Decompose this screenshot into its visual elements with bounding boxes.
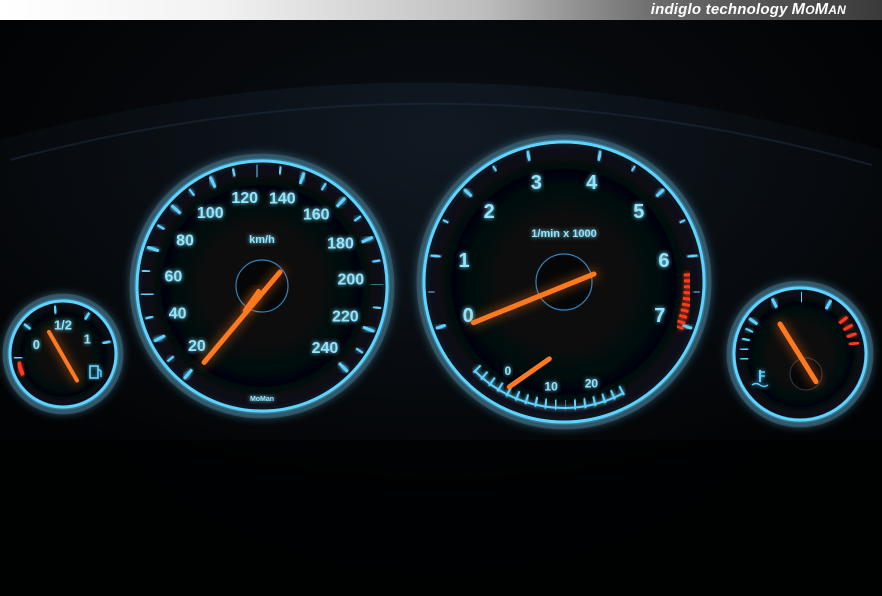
fuel-tick-tick [53,305,58,314]
temp-cold-tick-tick [740,347,749,351]
header-banner: indiglo technology MOMAN [0,0,882,20]
speedometer-major-tick [255,165,259,178]
speedometer: 2040 60 80100 120 140 160 180 200 220 240 km/h MoMa… [129,153,395,419]
maker-logo: MoMan [250,396,274,403]
speed-label: 200 [337,271,364,288]
speed-label: 40 [169,306,187,323]
speed-label: 100 [197,205,224,222]
brand-logo: MOMAN [791,1,846,18]
speed-label: 120 [231,190,258,207]
temp-cold-tick-tick [740,357,749,361]
economy-label: 10 [544,379,558,393]
tach-label: 4 [586,172,598,194]
temp-hot-tick [848,341,860,346]
economy-tick-tick [554,399,557,410]
tach-label: 3 [531,172,542,194]
speed-label: 220 [332,309,359,326]
tagline: indiglo technology [650,1,788,18]
economy-label: 0 [504,364,511,378]
fuel-gauge: 0 1/2 1 [2,293,124,415]
tach-label: 7 [654,305,665,327]
speed-label: 240 [312,340,339,357]
speed-label: 60 [165,268,183,285]
instrument-cluster: 20406080100120 140160180200220240km/hMoMa… [0,82,882,596]
tach-minor-tick [691,254,698,258]
speed-label: 140 [269,191,296,208]
tachometer: 0123 45671/min x 1000010 20 [416,134,712,430]
speed-label: 180 [327,235,354,252]
speed-unit-label: km/h [249,234,275,246]
tach-minor-tick [430,254,437,258]
speed-label: 80 [176,233,194,250]
brand-line: indiglo technology MOMAN [651,1,846,19]
tach-unit-label: 1/min x 1000 [531,228,596,240]
speedometer-major-tick [141,292,154,297]
dashboard-photo: indiglo technology MOMAN 20 40 60 80 100… [0,0,882,596]
speedometer-minor-tick [141,269,151,273]
speed-label: 160 [303,207,330,224]
tach-label: 2 [484,201,495,223]
temp-gauge [726,280,874,428]
tach-label: 5 [633,201,644,223]
tach-label: 6 [658,250,669,272]
lower-dash [0,440,882,596]
fuel-label: 1/2 [54,317,72,332]
speedometer-minor-tick [372,305,382,310]
tach-label: 1 [458,250,469,272]
fuel-tick-tick [14,356,23,360]
economy-label: 20 [585,377,599,391]
fuel-label: 0 [33,337,40,352]
fuel-label: 1 [84,331,91,346]
speed-label: 20 [188,338,206,355]
speedometer-minor-tick [278,166,282,175]
economy-tick-tick [573,399,577,410]
